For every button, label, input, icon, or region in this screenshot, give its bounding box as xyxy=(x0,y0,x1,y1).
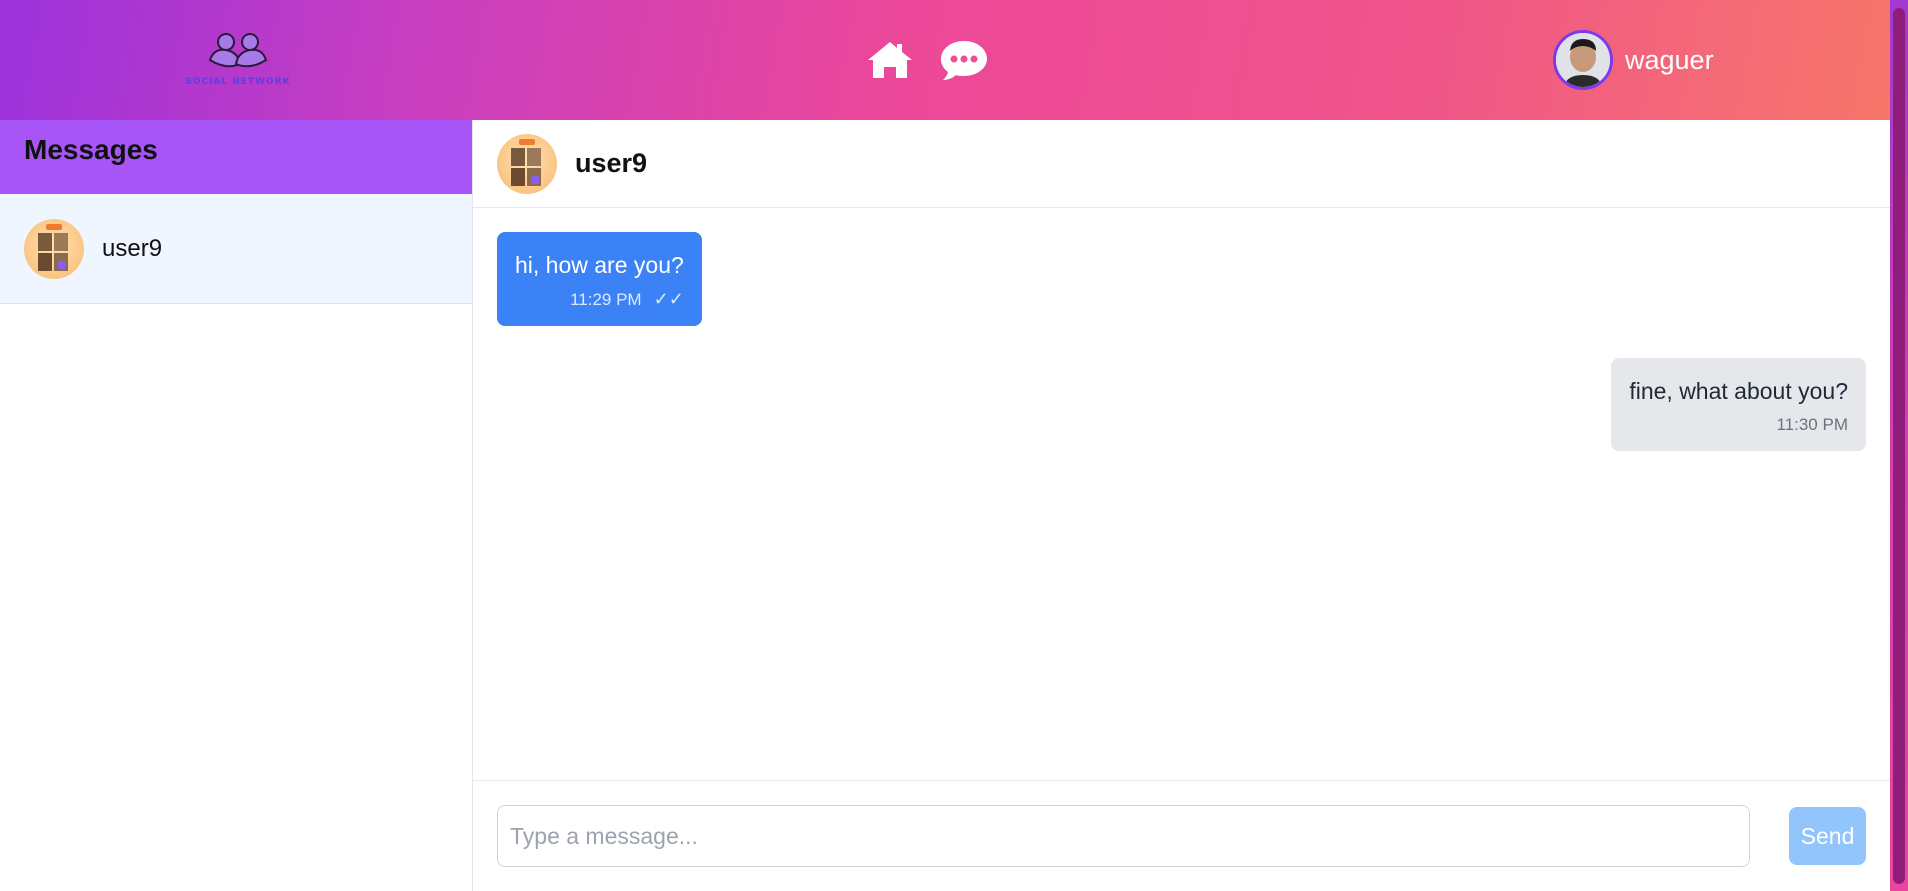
message-text: fine, what about you? xyxy=(1629,378,1848,404)
message-meta: 11:29 PM ✓✓ xyxy=(515,289,684,310)
conversation-name: user9 xyxy=(102,234,163,262)
read-receipt-icon: ✓✓ xyxy=(653,289,684,309)
message-text: hi, how are you? xyxy=(515,252,684,278)
svg-text:SOCIAL NETWORK: SOCIAL NETWORK xyxy=(185,77,290,87)
avatar xyxy=(24,218,84,279)
send-button[interactable]: Send xyxy=(1789,807,1866,865)
conversations-sidebar: Messages user9 xyxy=(0,120,473,891)
message-time: 11:29 PM xyxy=(570,290,642,309)
message-bubble-incoming[interactable]: fine, what about you? 11:30 PM xyxy=(1611,358,1866,451)
home-button[interactable] xyxy=(866,38,914,82)
message-bubble-outgoing[interactable]: hi, how are you? 11:29 PM ✓✓ xyxy=(497,232,702,326)
messages-button[interactable] xyxy=(940,38,988,82)
current-username: waguer xyxy=(1625,44,1714,75)
avatar[interactable] xyxy=(1553,30,1613,90)
sidebar-header: Messages xyxy=(0,120,472,194)
top-navigation-bar: SOCIAL NETWORK waguer xyxy=(0,0,1890,120)
message-input[interactable] xyxy=(497,805,1750,867)
social-network-logo[interactable]: SOCIAL NETWORK xyxy=(180,30,296,90)
sidebar-title: Messages xyxy=(24,134,158,165)
chat-header: user9 xyxy=(473,120,1890,208)
message-composer: Send xyxy=(473,780,1890,891)
page-scrollbar-thumb[interactable] xyxy=(1893,8,1905,884)
home-icon xyxy=(868,42,912,78)
current-user-menu[interactable]: waguer xyxy=(1553,30,1714,90)
avatar[interactable] xyxy=(497,133,557,194)
conversation-item-user9[interactable]: user9 xyxy=(0,194,472,304)
chat-panel: user9 hi, how are you? 11:29 PM ✓✓ fine, … xyxy=(473,120,1890,891)
message-meta: 11:30 PM xyxy=(1629,415,1848,435)
main-nav xyxy=(866,38,988,82)
chat-contact-name: user9 xyxy=(575,148,648,178)
chat-bubble-icon xyxy=(941,41,987,80)
message-time: 11:30 PM xyxy=(1776,415,1848,434)
